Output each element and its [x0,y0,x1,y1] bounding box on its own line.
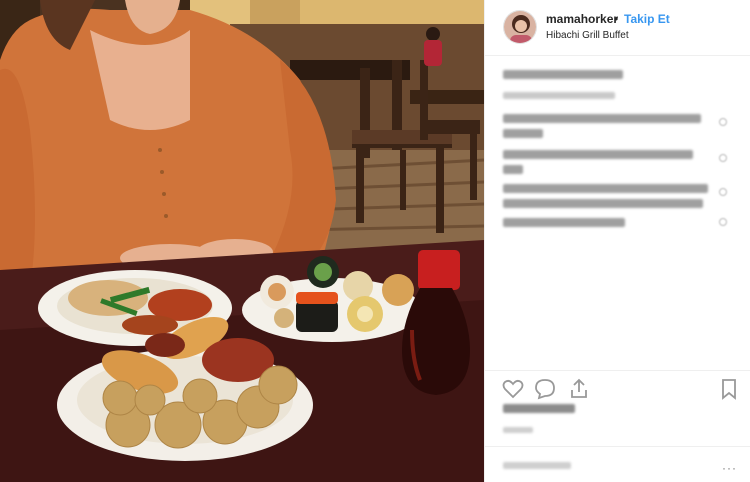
comment-blurred [503,70,623,79]
instagram-post-modal: mamahorker • Takip Et Hibachi Grill Buff… [0,0,750,482]
username-link[interactable]: mamahorker [546,12,618,26]
post-side-panel: mamahorker • Takip Et Hibachi Grill Buff… [484,0,750,482]
comment-blurred [503,165,523,174]
more-options-icon[interactable]: ··· [722,461,737,475]
separator-dot: • [614,12,619,26]
comment-icon[interactable] [533,377,557,401]
share-icon[interactable] [567,377,591,401]
likes-count-blurred[interactable] [503,404,575,413]
post-time-blurred [503,427,533,433]
avatar-image [504,11,536,43]
comment-heart-icon[interactable] [719,154,727,162]
comment-heart-icon[interactable] [719,218,727,226]
comment-placeholder-blurred [503,462,571,469]
buffet-photo [0,0,484,482]
heart-icon[interactable] [501,377,525,401]
comment-blurred [503,150,693,159]
add-comment-box[interactable]: ··· [485,446,750,482]
comment-heart-icon[interactable] [719,118,727,126]
location-link[interactable]: Hibachi Grill Buffet [546,30,629,41]
comment-blurred [503,184,708,193]
avatar[interactable] [503,10,537,44]
comment-blurred [503,218,625,227]
post-photo[interactable] [0,0,484,482]
post-header: mamahorker • Takip Et Hibachi Grill Buff… [485,0,750,56]
comment-blurred [503,114,701,123]
follow-button[interactable]: Takip Et [624,12,670,26]
bookmark-icon[interactable] [717,377,741,401]
comments-list [503,66,735,236]
comment-blurred [503,92,615,99]
comment-blurred [503,129,543,138]
comment-heart-icon[interactable] [719,188,727,196]
action-bar [485,370,750,406]
comment-blurred [503,199,703,208]
